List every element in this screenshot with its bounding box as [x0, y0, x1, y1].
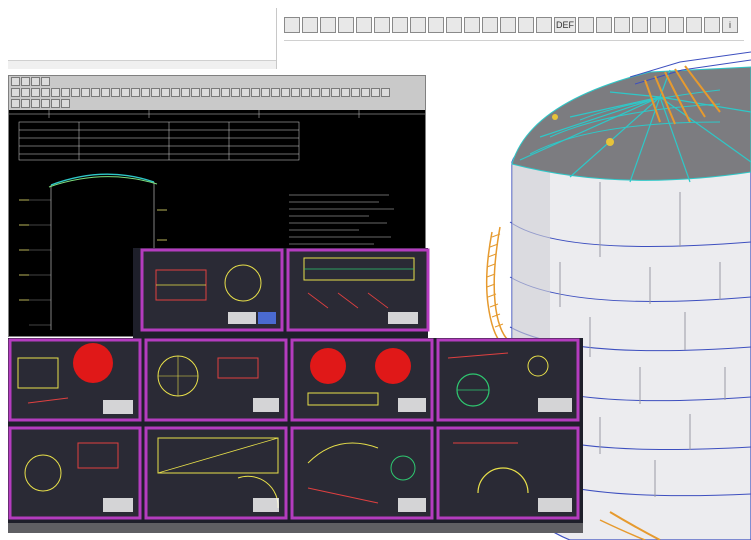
- print-icon[interactable]: [284, 17, 300, 33]
- info-icon[interactable]: i: [722, 17, 738, 33]
- cad-tool-icon[interactable]: [271, 88, 280, 97]
- cad-tool-icon[interactable]: [301, 88, 310, 97]
- cad-tool-icon[interactable]: [381, 88, 390, 97]
- cad-tool-icon[interactable]: [31, 88, 40, 97]
- cad-tool-icon[interactable]: [21, 88, 30, 97]
- pencil-icon[interactable]: [614, 17, 630, 33]
- cad-tool-icon[interactable]: [151, 88, 160, 97]
- roof-vent: [552, 114, 558, 120]
- cad-tool-icon[interactable]: [11, 99, 20, 108]
- cad-tool-icon[interactable]: [181, 88, 190, 97]
- cad-tool-icon[interactable]: [21, 99, 30, 108]
- axis-yz-icon[interactable]: [446, 17, 462, 33]
- cad-tool-icon[interactable]: [51, 88, 60, 97]
- axis-iso2-icon[interactable]: [482, 17, 498, 33]
- def-icon[interactable]: DEF: [554, 17, 576, 33]
- horizontal-scrollbar[interactable]: [8, 60, 276, 69]
- cad-tool-icon[interactable]: [41, 99, 50, 108]
- zoom-window-icon[interactable]: [374, 17, 390, 33]
- toolbar-divider: [284, 40, 744, 41]
- cad-tool-icon[interactable]: [11, 77, 20, 86]
- panel-right-icon[interactable]: [668, 17, 684, 33]
- cad-tool-icon[interactable]: [331, 88, 340, 97]
- cad-tool-icon[interactable]: [131, 88, 140, 97]
- cad-tool-icon[interactable]: [291, 88, 300, 97]
- cad-tool-icon[interactable]: [211, 88, 220, 97]
- cad-tool-icon[interactable]: [201, 88, 210, 97]
- cad-toolbar-row-2: [9, 88, 390, 99]
- cad-tool-icon[interactable]: [321, 88, 330, 97]
- cad-tool-icon[interactable]: [371, 88, 380, 97]
- cad-tool-icon[interactable]: [311, 88, 320, 97]
- cad-tool-icon[interactable]: [261, 88, 270, 97]
- drawing-sheet[interactable]: [140, 248, 284, 332]
- cad-tool-icon[interactable]: [341, 88, 350, 97]
- cad-tool-icon[interactable]: [121, 88, 130, 97]
- cad-tool-icon[interactable]: [11, 88, 20, 97]
- monitor-icon[interactable]: [686, 17, 702, 33]
- axis-xy-icon[interactable]: [410, 17, 426, 33]
- axis-iso1-icon[interactable]: [464, 17, 480, 33]
- cad-tool-icon[interactable]: [351, 88, 360, 97]
- drawing-sheet[interactable]: [8, 426, 142, 520]
- cad-tool-icon[interactable]: [221, 88, 230, 97]
- brush-icon[interactable]: [596, 17, 612, 33]
- drawing-sheet[interactable]: [436, 426, 580, 520]
- cad-tool-icon[interactable]: [51, 99, 60, 108]
- view-toolbar: DEF i: [284, 14, 744, 36]
- zoom-icon[interactable]: [356, 17, 372, 33]
- panel-left-icon[interactable]: [650, 17, 666, 33]
- cad-tool-icon[interactable]: [111, 88, 120, 97]
- cad-tool-icon[interactable]: [61, 88, 70, 97]
- cad-toolbar-row-1: [9, 77, 50, 88]
- cad-tool-icon[interactable]: [41, 88, 50, 97]
- grid-icon[interactable]: [338, 17, 354, 33]
- cad-tool-icon[interactable]: [31, 77, 40, 86]
- drawing-sheet[interactable]: [286, 248, 430, 332]
- sun-icon[interactable]: [578, 17, 594, 33]
- cad-tool-icon[interactable]: [251, 88, 260, 97]
- cad-tool-icon[interactable]: [41, 77, 50, 86]
- drawing-sheet[interactable]: [290, 426, 434, 520]
- rotate-icon[interactable]: [536, 17, 552, 33]
- cad-tool-icon[interactable]: [241, 88, 250, 97]
- cad-tool-icon[interactable]: [71, 88, 80, 97]
- layers-alt-icon[interactable]: [320, 17, 336, 33]
- cad-tool-icon[interactable]: [61, 99, 70, 108]
- drawing-sheet[interactable]: [290, 338, 434, 422]
- save-icon[interactable]: [704, 17, 720, 33]
- cad-tool-icon[interactable]: [91, 88, 100, 97]
- drawing-sheet[interactable]: [144, 338, 288, 422]
- cad-toolbar-row-3: [9, 99, 70, 110]
- cad-tool-icon[interactable]: [361, 88, 370, 97]
- axis-iso4-icon[interactable]: [518, 17, 534, 33]
- cad-tool-icon[interactable]: [21, 77, 30, 86]
- cad-tool-icon[interactable]: [231, 88, 240, 97]
- axis-xz-icon[interactable]: [428, 17, 444, 33]
- drawing-sheet[interactable]: [8, 338, 142, 422]
- cad-tool-icon[interactable]: [281, 88, 290, 97]
- zoom-extents-icon[interactable]: [392, 17, 408, 33]
- cad-tool-icon[interactable]: [101, 88, 110, 97]
- sheets-shadow: [8, 523, 583, 533]
- layers-icon[interactable]: [302, 17, 318, 33]
- drawing-sheets-collage: [8, 248, 583, 533]
- cad-tool-icon[interactable]: [171, 88, 180, 97]
- cad-tool-icon[interactable]: [191, 88, 200, 97]
- drawing-sheet[interactable]: [436, 338, 580, 422]
- cad-tool-icon[interactable]: [81, 88, 90, 97]
- copy-icon[interactable]: [632, 17, 648, 33]
- drawing-sheet[interactable]: [144, 426, 288, 520]
- cad-tool-icon[interactable]: [161, 88, 170, 97]
- cad-tool-icon[interactable]: [31, 99, 40, 108]
- roof-nozzle: [606, 138, 614, 146]
- axis-iso3-icon[interactable]: [500, 17, 516, 33]
- cad-tool-icon[interactable]: [141, 88, 150, 97]
